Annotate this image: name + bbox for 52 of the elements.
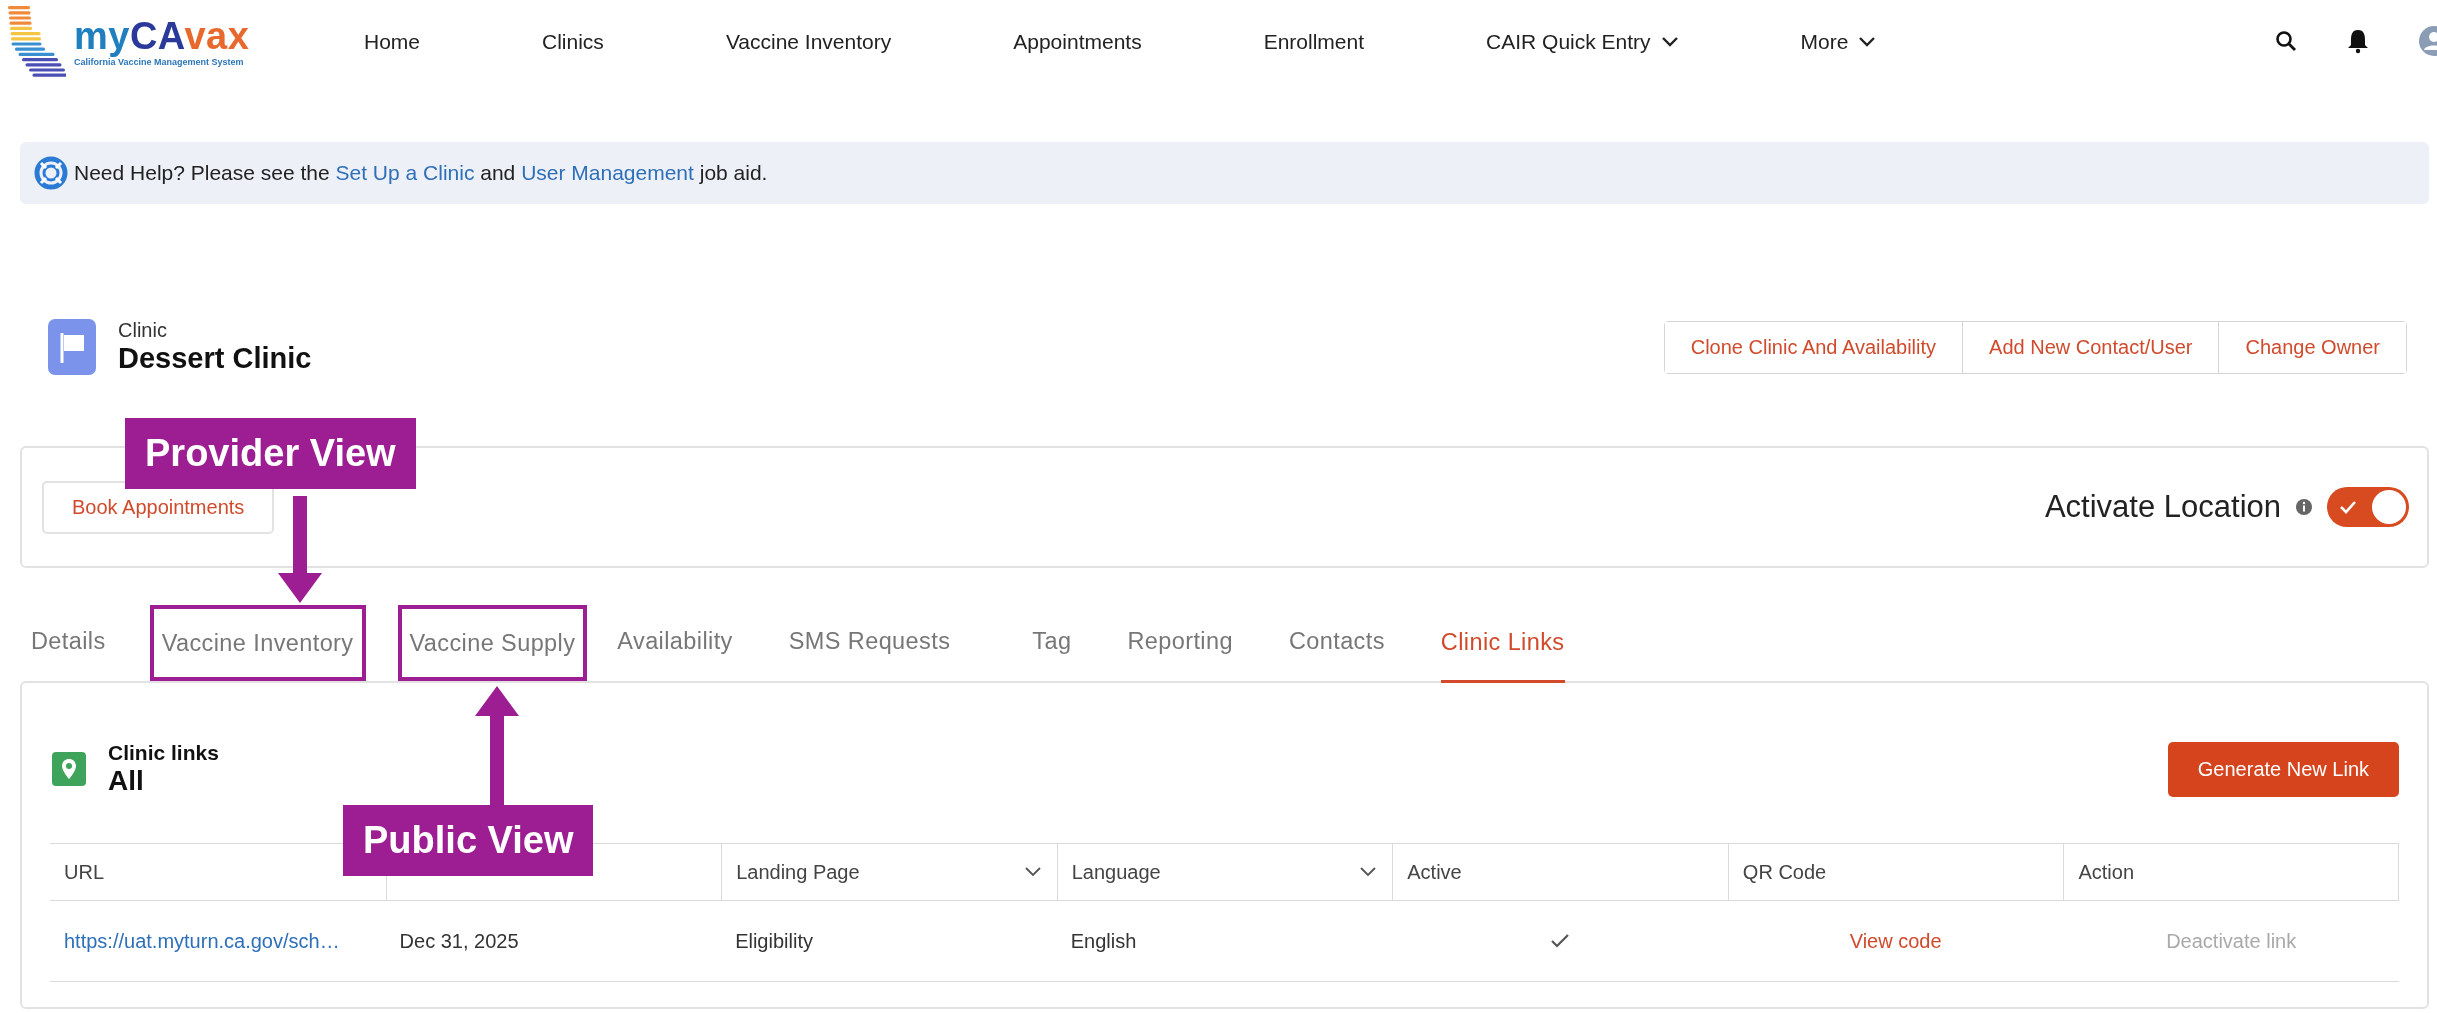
flag-icon [48,319,96,375]
tab[interactable]: Clinic Links [1440,605,1565,683]
url-link[interactable]: https://uat.myturn.ca.gov/sch… [64,929,340,953]
location-pin-icon [52,752,86,786]
chevron-down-icon[interactable] [1024,867,1041,877]
nav-link[interactable]: Vaccine Inventory [725,30,892,54]
record-name: Dessert Clinic [118,342,312,375]
logo-tagline: California Vaccine Management System [74,57,245,67]
notification-bell-icon[interactable] [2347,28,2369,54]
tab[interactable]: Details [31,605,106,681]
tab[interactable]: Vaccine Supply [397,605,588,681]
chevron-down-icon[interactable] [1858,36,1877,48]
activate-toggle[interactable] [2327,487,2409,527]
view-code-link[interactable]: View code [1849,929,1942,953]
panel-filter: All [108,765,145,797]
action-button[interactable]: Change Owner [2218,321,2406,373]
table-cell: Eligibility [735,929,813,953]
checkmark-icon [2339,500,2357,514]
chevron-down-icon[interactable] [1360,867,1377,877]
logo-wordmark[interactable]: myCAvax [74,17,250,55]
tab[interactable]: Availability [617,605,733,681]
tab[interactable]: Tag [1032,605,1072,681]
callout-label: Provider View [125,418,416,489]
column-header: Active [1392,844,1728,901]
help-link[interactable]: User Management [521,161,694,184]
nav-link[interactable]: Home [364,30,421,54]
column-header: QR Code [1727,844,2064,901]
chevron-down-icon[interactable] [1660,36,1679,48]
nav-link[interactable]: More [1800,30,1877,54]
help-message: Need Help? Please see the Set Up a Clinic and User Management job aid. [74,161,768,185]
column-header: Action [2063,844,2399,901]
info-icon [2295,498,2313,516]
tab[interactable]: SMS Requests [788,605,951,681]
record-type: Clinic [118,319,168,342]
panel-label: Clinic links [108,741,219,765]
table-cell: Dec 31, 2025 [399,929,519,953]
activate-location-label: Activate Location [2044,489,2281,525]
nav-link[interactable]: Appointments [1013,30,1142,54]
tab[interactable]: Vaccine Inventory [149,605,366,681]
column-header: Language [1056,844,1393,901]
help-link[interactable]: Set Up a Clinic [335,161,475,184]
tab[interactable]: Contacts [1288,605,1385,681]
search-icon[interactable] [2275,30,2297,52]
lifebuoy-icon [34,156,68,190]
nav-link[interactable]: Clinics [542,30,604,54]
generate-link-button[interactable]: Generate New Link [2167,741,2399,797]
column-header: Landing Page [721,844,1057,901]
nav-link[interactable]: CAIR Quick Entry [1486,30,1679,54]
tab[interactable]: Reporting [1127,605,1233,681]
nav-link[interactable]: Enrollment [1263,30,1365,54]
table-cell: English [1070,929,1137,953]
user-avatar-icon[interactable] [2419,26,2437,56]
